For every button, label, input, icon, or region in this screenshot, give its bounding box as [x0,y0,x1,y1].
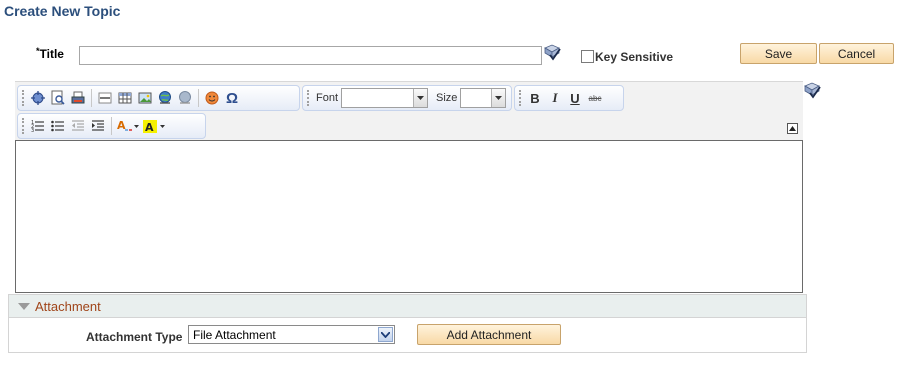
image-icon[interactable] [135,88,155,108]
special-char-icon[interactable]: Ω [222,88,242,108]
chevron-down-icon [491,89,506,107]
title-label-text: Title [39,47,64,61]
title-label: *Title [36,46,64,61]
preview-icon[interactable] [48,88,68,108]
attachment-type-select[interactable]: File Attachment [188,325,395,344]
bullet-list-icon[interactable] [48,116,68,136]
toolbar-group-paragraph: 123 A A [17,113,206,139]
text-color-icon[interactable]: A [115,116,141,136]
underline-button[interactable]: U [565,88,585,108]
rich-text-editor[interactable] [15,140,803,293]
toolbar-separator [111,117,112,135]
key-sensitive-label: Key Sensitive [595,50,674,64]
cancel-button[interactable]: Cancel [819,43,894,64]
attachment-type-value: File Attachment [193,327,276,342]
horizontal-rule-icon[interactable] [95,88,115,108]
size-select[interactable] [460,88,507,108]
chevron-down-icon [413,89,428,107]
size-label: Size [436,92,458,104]
key-sensitive-checkbox[interactable] [581,50,594,63]
spell-check-icon[interactable] [803,82,821,100]
attachment-section-label: Attachment [35,298,101,314]
svg-text:A: A [117,119,126,132]
editor-toolbar: Ω Font Size B I U abc 123 A A [15,81,803,141]
toolbar-group-insert: Ω [17,85,300,111]
bg-color-icon[interactable]: A [141,116,167,136]
toolbar-grip[interactable] [519,90,522,106]
toolbar-separator [198,89,199,107]
indent-icon[interactable] [88,116,108,136]
toolbar-grip[interactable] [22,118,25,134]
italic-button[interactable]: I [545,88,565,108]
toolbar-collapse-button[interactable] [787,123,798,134]
add-attachment-button[interactable]: Add Attachment [417,324,561,345]
outdent-icon[interactable] [68,116,88,136]
attachment-section-header[interactable]: Attachment [8,294,807,318]
title-input[interactable] [79,46,542,65]
unlink-icon[interactable] [175,88,195,108]
page-title: Create New Topic [4,3,121,19]
font-label: Font [316,92,339,104]
strikethrough-button[interactable]: abc [585,88,605,108]
table-icon[interactable] [115,88,135,108]
toolbar-grip[interactable] [22,90,25,106]
font-select[interactable] [341,88,429,108]
smiley-icon[interactable] [202,88,222,108]
attachment-type-label: Attachment Type [86,330,183,344]
print-icon[interactable] [68,88,88,108]
ordered-list-icon[interactable]: 123 [28,116,48,136]
toolbar-group-format: B I U abc [514,85,624,111]
collapse-triangle-icon [18,302,30,310]
save-button[interactable]: Save [740,43,817,64]
bold-button[interactable]: B [525,88,545,108]
chevron-down-icon [378,327,393,342]
toolbar-grip[interactable] [307,90,310,106]
required-marker: * [36,46,40,56]
toolbar-separator [91,89,92,107]
spell-check-icon[interactable] [543,44,561,62]
link-icon[interactable] [155,88,175,108]
svg-text:A: A [145,121,154,134]
svg-text:3: 3 [31,128,34,134]
maximize-icon[interactable] [28,88,48,108]
toolbar-group-font: Font Size [302,85,512,111]
